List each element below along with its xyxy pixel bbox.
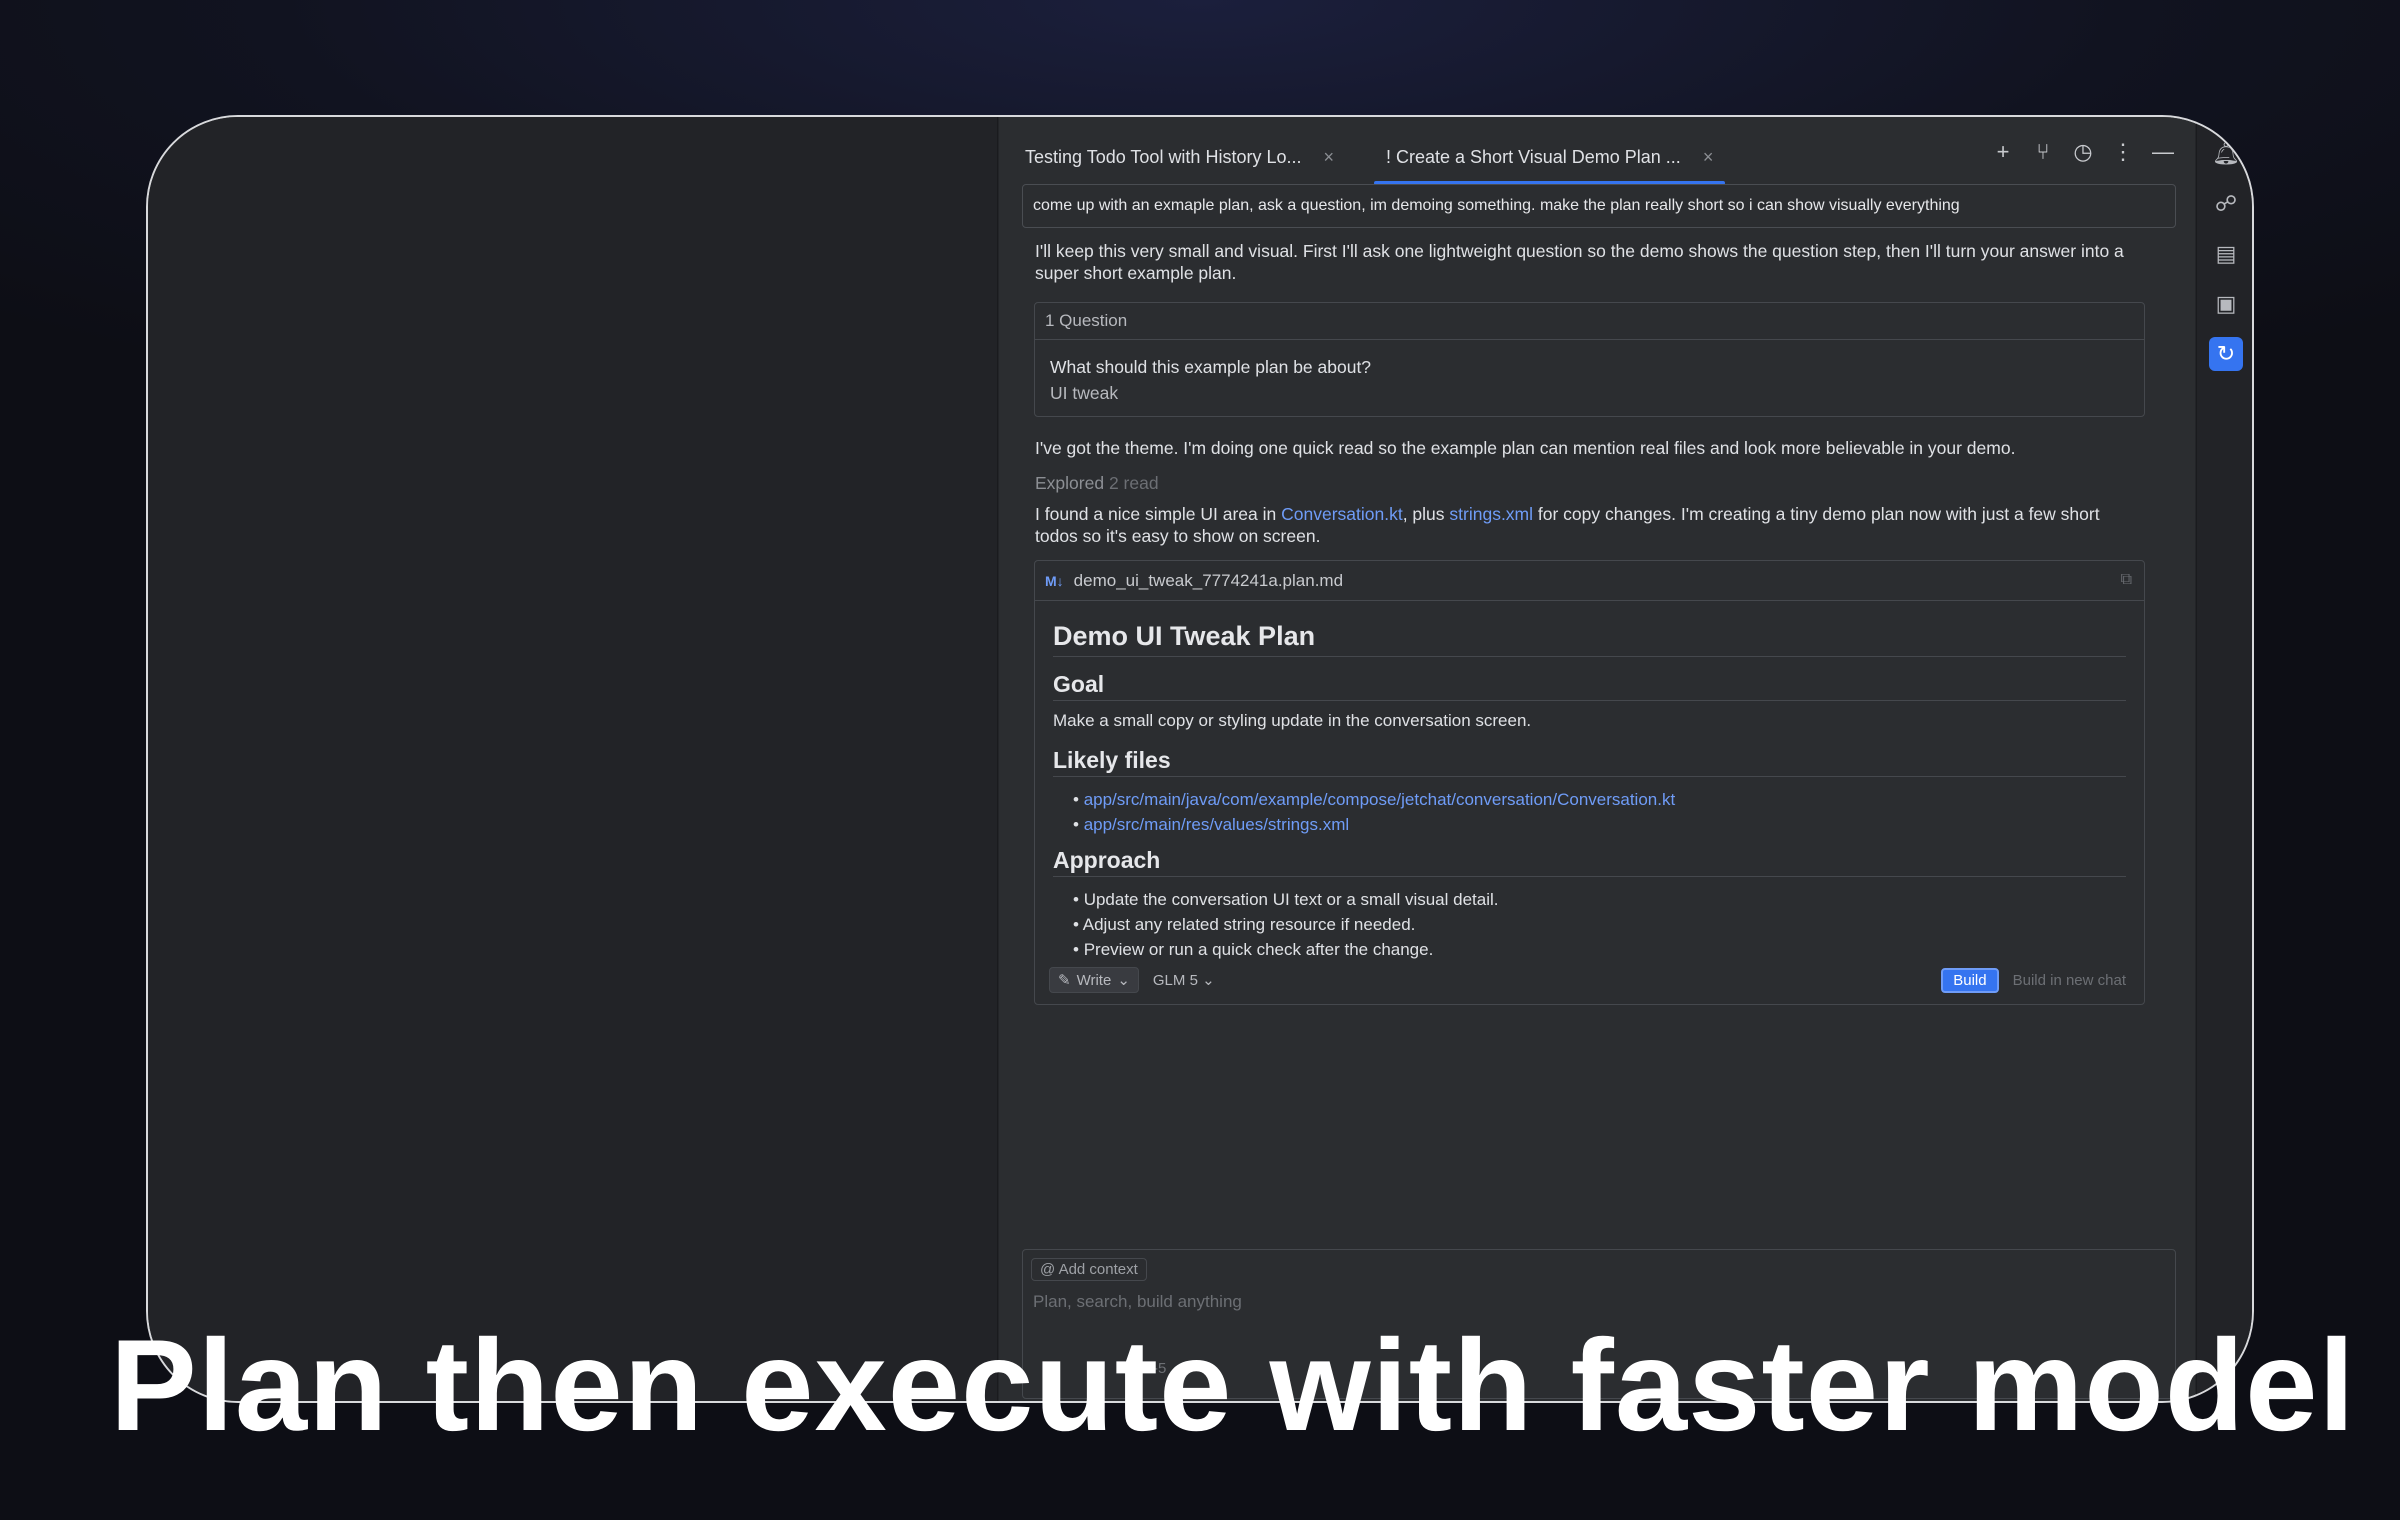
chat-input[interactable]: Plan, search, build anything xyxy=(1033,1292,1242,1312)
goal-heading: Goal xyxy=(1053,671,2126,701)
plan-filename[interactable]: demo_ui_tweak_7774241a.plan.md xyxy=(1074,571,1343,591)
tab-create-demo-plan[interactable]: ! Create a Short Visual Demo Plan ... × xyxy=(1360,129,1739,185)
copy-icon[interactable]: ⧉ xyxy=(2121,571,2132,589)
question-card: 1 Question What should this example plan… xyxy=(1034,302,2145,417)
tab-testing-todo[interactable]: Testing Todo Tool with History Lo... × xyxy=(999,129,1360,185)
branch-icon[interactable]: ⑂ xyxy=(2031,139,2055,165)
bell-icon[interactable]: 🔔︎ xyxy=(2209,137,2243,171)
close-icon[interactable]: × xyxy=(1703,147,1714,168)
assistant-message: I've got the theme. I'm doing one quick … xyxy=(1035,438,2016,458)
mode-label: Write xyxy=(1076,971,1112,989)
files-list: app/src/main/java/com/example/compose/je… xyxy=(1073,787,2126,837)
question-answer[interactable]: UI tweak xyxy=(1050,380,2129,406)
ide-window: Testing Todo Tool with History Lo... × !… xyxy=(146,115,2254,1403)
list-item: Preview or run a quick check after the c… xyxy=(1073,937,2126,962)
goal-text: Make a small copy or styling update in t… xyxy=(1053,711,1532,730)
plus-icon[interactable]: + xyxy=(1991,139,2015,165)
tab-actions: + ⑂ ◷ ⋮ — xyxy=(1991,139,2175,165)
minimize-icon[interactable]: — xyxy=(2151,139,2175,165)
build-button[interactable]: Build xyxy=(1941,967,1999,993)
markdown-icon: M↓ xyxy=(1045,572,1064,589)
database-icon[interactable]: ▣ xyxy=(2209,287,2243,321)
mode-dropdown[interactable]: ✎ Write ⌄ xyxy=(1049,967,1139,993)
file-link-strings[interactable]: strings.xml xyxy=(1449,504,1533,524)
ai-assistant-icon[interactable]: ↻ xyxy=(2209,337,2243,371)
notification-dot xyxy=(2232,141,2239,148)
tab-label: Testing Todo Tool with History Lo... xyxy=(1025,146,1302,167)
plan-card: M↓ demo_ui_tweak_7774241a.plan.md ⧉ Demo… xyxy=(1034,560,2145,1005)
file-link[interactable]: app/src/main/java/com/example/compose/je… xyxy=(1084,790,1676,809)
assistant-message: I found a nice simple UI area in Convers… xyxy=(1035,503,2145,547)
files-heading: Likely files xyxy=(1053,747,2126,777)
tab-label: ! Create a Short Visual Demo Plan ... xyxy=(1386,146,1681,167)
build-new-chat-button[interactable]: Build in new chat xyxy=(2013,972,2126,989)
approach-list: Update the conversation UI text or a sma… xyxy=(1073,887,2126,962)
plan-title: Demo UI Tweak Plan xyxy=(1053,621,2126,657)
question-card-header: 1 Question xyxy=(1035,303,2144,340)
approach-heading: Approach xyxy=(1053,847,2126,877)
chevron-down-icon: ⌄ xyxy=(1202,972,1215,989)
explored-label: Explored xyxy=(1035,473,1105,493)
model-dropdown[interactable]: GLM 5 ⌄ xyxy=(1153,971,1215,989)
plugin-icon[interactable]: ☍ xyxy=(2209,187,2243,221)
model-label: GLM 5 xyxy=(1152,972,1198,989)
user-prompt[interactable]: come up with an exmaple plan, ask a ques… xyxy=(1022,184,2176,228)
file-link[interactable]: app/src/main/res/values/strings.xml xyxy=(1084,815,1349,834)
history-icon[interactable]: ◷ xyxy=(2071,139,2095,165)
plan-header: M↓ demo_ui_tweak_7774241a.plan.md xyxy=(1035,561,2144,601)
question-text: What should this example plan be about? xyxy=(1050,357,1372,377)
editor-area xyxy=(148,117,998,1401)
pencil-icon: ✎ xyxy=(1058,972,1071,989)
chat-tabbar: Testing Todo Tool with History Lo... × !… xyxy=(999,117,2195,185)
chevron-down-icon: ⌄ xyxy=(1117,972,1130,989)
explored-detail: 2 read xyxy=(1108,473,1159,493)
add-context-button[interactable]: @ Add context xyxy=(1031,1258,1147,1281)
more-icon[interactable]: ⋮ xyxy=(2111,139,2135,165)
assistant-message: I'll keep this very small and visual. Fi… xyxy=(1035,241,2124,283)
file-link-conversation[interactable]: Conversation.kt xyxy=(1281,504,1403,524)
close-icon[interactable]: × xyxy=(1323,147,1334,168)
document-icon[interactable]: ▤ xyxy=(2209,237,2243,271)
list-item: Adjust any related string resource if ne… xyxy=(1073,912,2126,937)
explored-summary[interactable]: Explored 2 read xyxy=(1035,472,2145,494)
plan-content: Demo UI Tweak Plan Goal Make a small cop… xyxy=(1035,601,2144,962)
message-text: I found a nice simple UI area in xyxy=(1035,504,1282,524)
ai-chat-panel: Testing Todo Tool with History Lo... × !… xyxy=(999,117,2195,1401)
list-item: Update the conversation UI text or a sma… xyxy=(1073,887,2126,912)
plan-footer: ✎ Write ⌄ GLM 5 ⌄ Build Build in new cha… xyxy=(1049,966,2126,994)
message-text: , plus xyxy=(1402,504,1450,524)
promo-caption: Plan then execute with faster model xyxy=(110,1312,2356,1458)
right-toolbar: 🔔︎ ☍ ▤ ▣ ↻ ⏻ xyxy=(2196,117,2252,1401)
